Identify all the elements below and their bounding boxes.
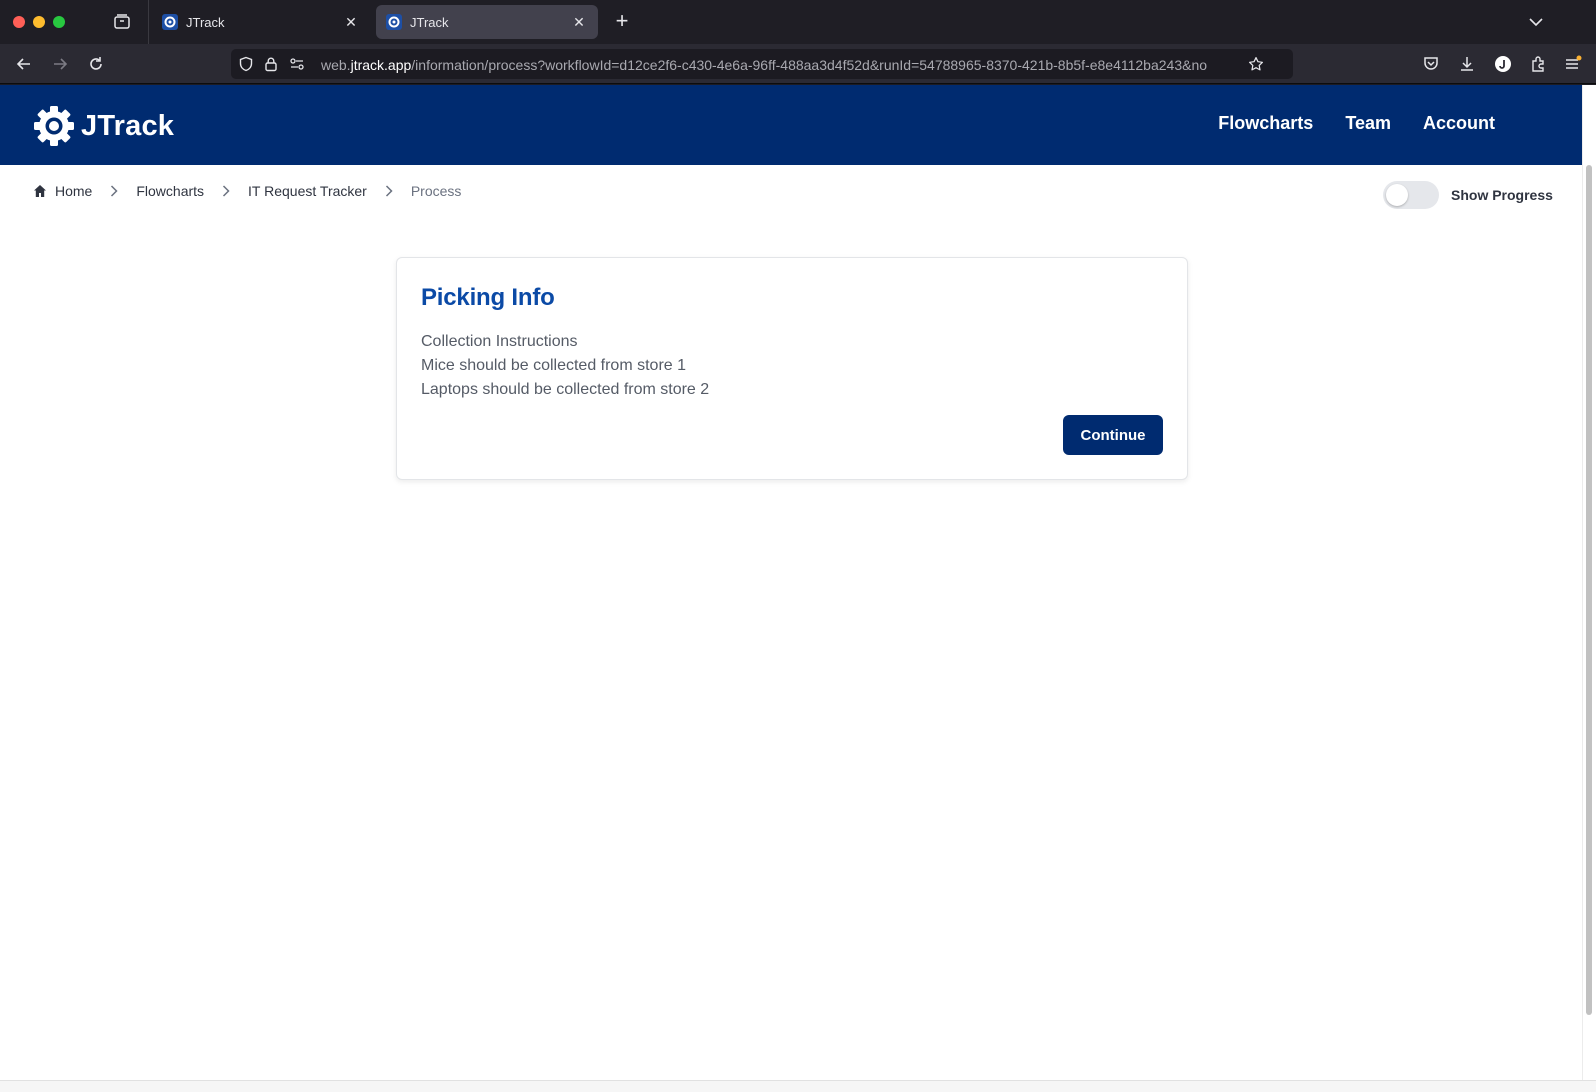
card-line: Mice should be collected from store 1 [421,357,687,374]
url-prefix: web. [321,57,351,73]
browser-tab-2[interactable]: JTrack ✕ [376,5,598,39]
breadcrumb-it-request-tracker[interactable]: IT Request Tracker [248,183,367,199]
chevron-right-icon [220,185,232,197]
tab-groups-icon[interactable] [110,10,134,34]
show-progress-toggle: Show Progress [1383,181,1553,209]
browser-tab-strip: JTrack ✕ JTrack ✕ + [0,0,1596,44]
tab-divider [148,0,149,44]
nav-flowcharts[interactable]: Flowcharts [1218,113,1313,134]
nav-account[interactable]: Account [1423,113,1495,134]
window-bottom-edge [0,1080,1596,1092]
url-text[interactable]: web.jtrack.app/information/process?workf… [321,56,1261,74]
breadcrumb-home[interactable]: Home [33,183,92,199]
extensions-icon[interactable] [1527,53,1549,75]
page-scrollbar-thumb[interactable] [1586,165,1592,1015]
url-host: jtrack.app [350,57,412,73]
breadcrumb: Home Flowcharts IT Request Tracker Proce… [33,183,461,199]
account-avatar-icon[interactable] [1492,53,1514,75]
tab-title: JTrack [410,14,449,30]
home-icon [33,184,47,198]
reload-icon[interactable] [84,52,108,76]
card-body: Collection Instructions Mice should be c… [421,330,709,402]
top-navigation: Flowcharts Team Account [1218,113,1495,134]
url-path: /information/process?workflowId=d12ce2f6… [411,57,1208,73]
browser-tab-1[interactable]: JTrack ✕ [152,5,370,39]
switch-knob [1386,184,1408,206]
downloads-icon[interactable] [1456,53,1478,75]
card-title: Picking Info [421,284,555,311]
brand-name: JTrack [81,109,175,142]
show-progress-label: Show Progress [1451,187,1553,203]
breadcrumb-label: Home [55,183,93,199]
pocket-icon[interactable] [1420,53,1442,75]
tab-title: JTrack [186,14,225,30]
bookmark-star-icon[interactable] [1248,56,1264,72]
window-close-button[interactable] [13,16,25,28]
back-arrow-icon[interactable] [12,52,36,76]
browser-toolbar: web.jtrack.app/information/process?workf… [0,44,1596,84]
lock-icon[interactable] [263,56,279,72]
window-minimize-button[interactable] [33,16,45,28]
chevron-right-icon [108,185,120,197]
app-header: JTrack Flowcharts Team Account [0,85,1582,165]
address-bar[interactable]: web.jtrack.app/information/process?workf… [231,49,1293,79]
permissions-icon[interactable] [289,56,305,72]
continue-button[interactable]: Continue [1063,415,1163,455]
breadcrumb-flowcharts[interactable]: Flowcharts [136,183,204,199]
jtrack-favicon-icon [162,14,178,30]
info-card: Picking Info Collection Instructions Mic… [396,257,1188,480]
nav-team[interactable]: Team [1345,113,1391,134]
jtrack-favicon-icon [386,14,402,30]
close-tab-icon[interactable]: ✕ [570,13,588,31]
close-tab-icon[interactable]: ✕ [342,13,360,31]
breadcrumb-process: Process [410,183,462,199]
progress-switch[interactable] [1383,181,1439,209]
new-tab-icon[interactable]: + [610,10,634,34]
card-line: Collection Instructions [421,333,578,350]
window-zoom-button[interactable] [53,16,65,28]
web-page: JTrack Flowcharts Team Account Home Flow… [0,85,1582,1080]
menu-icon[interactable] [1562,53,1584,75]
brand-logo[interactable]: JTrack [33,105,174,147]
card-line: Laptops should be collected from store 2 [421,381,710,398]
chevron-right-icon [383,185,395,197]
list-all-tabs-icon[interactable] [1526,12,1546,32]
gear-logo-icon [34,106,74,146]
forward-arrow-icon[interactable] [48,52,72,76]
shield-icon[interactable] [238,56,254,72]
